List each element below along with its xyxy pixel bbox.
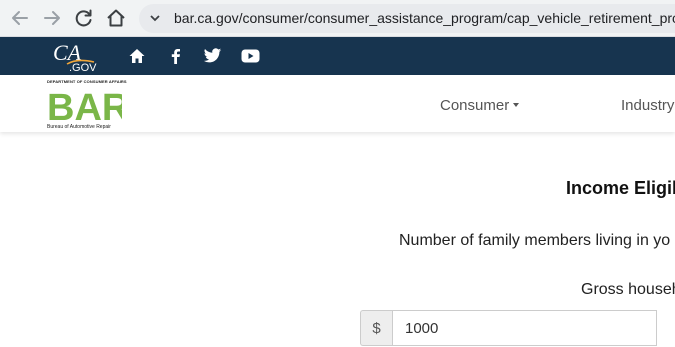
chevron-down-icon	[150, 15, 160, 22]
facebook-icon	[171, 49, 180, 64]
gross-income-input[interactable]	[392, 310, 657, 346]
url-text: bar.ca.gov/consumer/consumer_assistance_…	[174, 10, 675, 26]
bar-logo[interactable]: DEPARTMENT OF CONSUMER AFFAIRS BAR Burea…	[47, 79, 127, 130]
home-link[interactable]	[128, 37, 146, 75]
income-input-group: $	[360, 310, 657, 346]
home-icon	[129, 49, 145, 63]
ca-gov-logo[interactable]: CA .GOV	[52, 40, 102, 74]
bar-caption: Bureau of Automotive Repair	[47, 124, 111, 130]
facebook-link[interactable]	[168, 37, 182, 75]
nav-consumer[interactable]: Consumer	[440, 75, 520, 132]
forward-arrow-icon	[44, 11, 60, 25]
ca-gov-strip: CA .GOV	[0, 37, 675, 75]
reload-button[interactable]	[72, 7, 96, 29]
browser-toolbar: bar.ca.gov/consumer/consumer_assistance_…	[0, 0, 675, 37]
svg-text:.GOV: .GOV	[69, 62, 97, 72]
ca-gov-logo-icon: CA .GOV	[53, 40, 97, 74]
gross-income-label: Gross househ	[581, 281, 675, 298]
home-button[interactable]	[104, 7, 128, 29]
nav-consumer-label: Consumer	[440, 97, 510, 114]
site-header: DEPARTMENT OF CONSUMER AFFAIRS BAR Burea…	[0, 75, 675, 132]
back-button[interactable]	[8, 7, 32, 29]
twitter-link[interactable]	[203, 37, 222, 75]
bar-logo-letters: BAR	[47, 87, 122, 124]
address-bar[interactable]: bar.ca.gov/consumer/consumer_assistance_…	[139, 4, 675, 33]
family-members-label: Number of family members living in yo	[399, 232, 671, 249]
bar-logo-text: BAR	[47, 87, 122, 124]
youtube-icon	[241, 49, 260, 63]
caret-down-icon	[513, 103, 520, 108]
forward-button[interactable]	[40, 7, 64, 29]
section-heading: Income Eligibil	[566, 178, 675, 198]
nav-industry-label: Industry	[621, 97, 675, 114]
browser-home-icon	[107, 9, 125, 27]
youtube-link[interactable]	[241, 37, 260, 75]
reload-icon	[75, 9, 92, 27]
currency-addon: $	[360, 310, 392, 346]
nav-industry[interactable]: Industry	[621, 75, 675, 132]
back-arrow-icon	[12, 11, 28, 25]
twitter-icon	[203, 48, 222, 63]
